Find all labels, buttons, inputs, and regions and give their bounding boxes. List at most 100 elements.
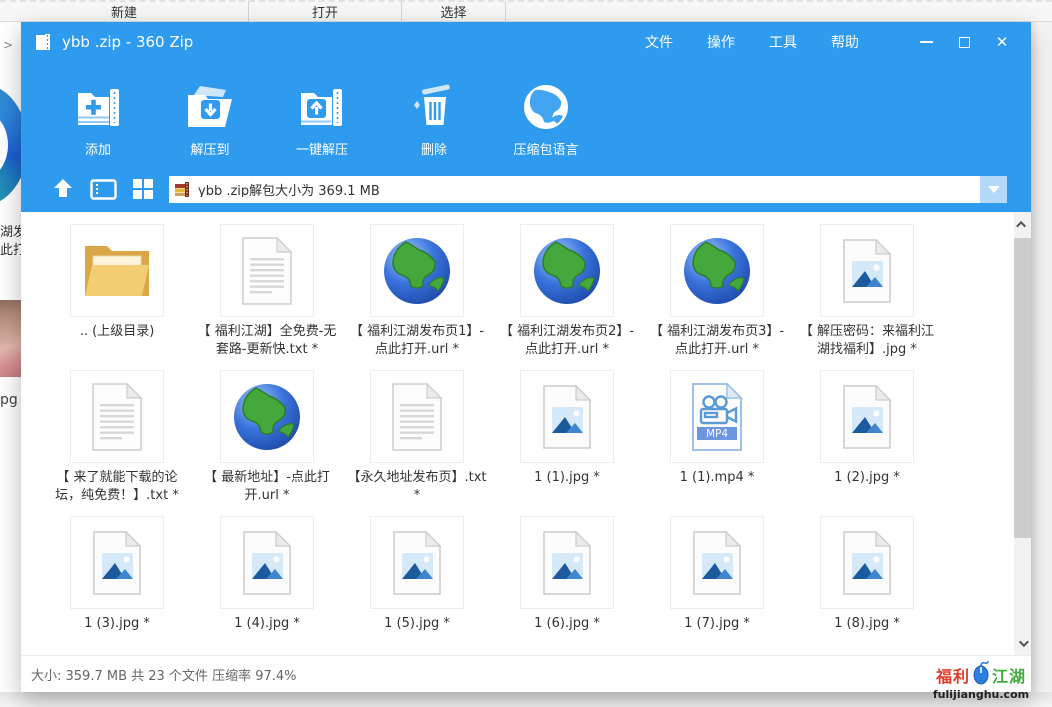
file-icon-txt [70, 370, 164, 463]
file-item[interactable]: 1 (2).jpg * [792, 370, 942, 516]
desktop: 新建打开选择 > 湖发 此打 pg ybb .zip - 360 Zip 文件 操… [0, 0, 1052, 707]
chevron-down-icon [988, 186, 1000, 193]
watermark-domain: fulijianghu.com [922, 688, 1040, 701]
menu-file[interactable]: 文件 [645, 32, 673, 52]
file-item[interactable]: 【 最新地址】-点此打开.url * [192, 370, 342, 516]
file-name: 1 (3).jpg * [84, 615, 150, 633]
file-item[interactable]: 【永久地址发布页】.txt * [342, 370, 492, 516]
toolbar-delete-button[interactable]: 删除 [385, 82, 483, 158]
file-icon-txt [220, 224, 314, 317]
toolbar-extract-to-button[interactable]: 解压到 [161, 82, 259, 158]
file-name: 1 (6).jpg * [534, 615, 600, 633]
tab-separator [505, 1, 506, 22]
file-item[interactable]: 1 (1).jpg * [492, 370, 642, 516]
breadcrumb-chevron-icon: > [3, 38, 13, 52]
file-item[interactable]: .. (上级目录) [42, 224, 192, 370]
background-filename-fragment: pg [0, 392, 21, 408]
file-name: 【 最新地址】-点此打开.url * [195, 469, 339, 505]
watermark: 福利 江湖 fulijianghu.com [922, 661, 1040, 701]
file-item[interactable]: 【 福利江湖发布页2】- 点此打开.url * [492, 224, 642, 370]
file-item[interactable]: 1 (4).jpg * [192, 516, 342, 655]
file-name: 1 (2).jpg * [834, 469, 900, 487]
addressbar [21, 172, 1031, 212]
extract-to-icon [184, 82, 236, 132]
file-item[interactable]: 【 福利江湖】全免费-无套路-更新快.txt * [192, 224, 342, 370]
scroll-down-button[interactable] [1014, 631, 1031, 655]
background-tab-select[interactable]: 选择 [402, 2, 505, 21]
menu-tools[interactable]: 工具 [769, 32, 797, 52]
file-icon-jpg [520, 370, 614, 463]
file-list-area: .. (上级目录) 【 福利江湖】全免费-无套路-更新快.txt * 【 福利江… [21, 212, 1031, 655]
status-text: 大小: 359.7 MB 共 23 个文件 压缩率 97.4% [31, 665, 297, 684]
file-icon-mp4: MP4 [670, 370, 764, 463]
details-view-button[interactable] [90, 179, 117, 200]
file-name: .. (上级目录) [80, 323, 155, 341]
file-icon-jpg [370, 516, 464, 609]
file-icon-url [220, 370, 314, 463]
file-name: 1 (5).jpg * [384, 615, 450, 633]
archive-language-icon [521, 82, 571, 132]
scrollbar[interactable] [1014, 212, 1031, 655]
toolbar-archive-language-button[interactable]: 压缩包语言 [497, 82, 595, 158]
file-item[interactable]: 【 福利江湖发布页1】- 点此打开.url * [342, 224, 492, 370]
background-tab-open[interactable]: 打开 [249, 2, 401, 21]
one-click-extract-icon [297, 82, 347, 132]
watermark-text-right: 江湖 [992, 663, 1026, 687]
toolbar-button-label: 删除 [421, 139, 447, 158]
file-item[interactable]: MP4 1 (1).mp4 * [642, 370, 792, 516]
file-icon-jpg [520, 516, 614, 609]
file-name: 1 (1).mp4 * [680, 469, 755, 487]
mouse-icon [972, 661, 990, 689]
address-input[interactable] [198, 182, 974, 197]
file-name: 1 (8).jpg * [834, 615, 900, 633]
toolbar-add-button[interactable]: 添加 [49, 82, 147, 158]
svg-text:MP4: MP4 [706, 428, 728, 440]
file-name: 【永久地址发布页】.txt * [345, 469, 489, 505]
file-item[interactable]: 【 来了就能下载的论坛，纯免费！】.txt * [42, 370, 192, 516]
scroll-up-button[interactable] [1014, 212, 1031, 236]
toolbar-button-label: 压缩包语言 [513, 139, 578, 158]
file-icon-jpg [820, 224, 914, 317]
file-name: 【 来了就能下载的论坛，纯免费！】.txt * [45, 469, 189, 505]
background-bottom-edge [0, 692, 1052, 707]
background-logo-fragment [0, 84, 21, 206]
minimize-button[interactable] [911, 29, 941, 55]
file-name: 1 (4).jpg * [234, 615, 300, 633]
toolbar-button-label: 添加 [85, 139, 111, 158]
file-item[interactable]: 1 (8).jpg * [792, 516, 942, 655]
window-title: ybb .zip - 360 Zip [62, 33, 193, 51]
address-dropdown-button[interactable] [980, 176, 1007, 203]
background-window-tabstrip: 新建打开选择 [0, 0, 1052, 22]
file-icon-jpg [220, 516, 314, 609]
close-button[interactable]: ✕ [987, 29, 1017, 55]
statusbar: 大小: 359.7 MB 共 23 个文件 压缩率 97.4% [21, 655, 1031, 692]
file-item[interactable]: 1 (7).jpg * [642, 516, 792, 655]
titlebar: ybb .zip - 360 Zip 文件 操作 工具 帮助 ✕ [21, 22, 1031, 62]
scrollbar-thumb[interactable] [1014, 238, 1031, 538]
delete-icon [410, 82, 458, 132]
up-directory-button[interactable] [51, 177, 75, 201]
menu-help[interactable]: 帮助 [831, 32, 859, 52]
file-item[interactable]: 1 (6).jpg * [492, 516, 642, 655]
thumbnail-view-button[interactable] [132, 178, 154, 200]
menubar: 文件 操作 工具 帮助 [645, 32, 859, 52]
file-item[interactable]: 【 解压密码：来福利江湖找福利】.jpg * [792, 224, 942, 370]
menu-operation[interactable]: 操作 [707, 32, 735, 52]
window-controls: ✕ [911, 29, 1017, 55]
toolbar-one-click-extract-button[interactable]: 一键解压 [273, 82, 371, 158]
file-name: 【 福利江湖发布页2】- 点此打开.url * [495, 323, 639, 359]
toolbar-button-label: 解压到 [190, 139, 229, 158]
file-name: 【 福利江湖】全免费-无套路-更新快.txt * [195, 323, 339, 359]
maximize-button[interactable] [949, 29, 979, 55]
file-item[interactable]: 【 福利江湖发布页3】- 点此打开.url * [642, 224, 792, 370]
file-name: 【 解压密码：来福利江湖找福利】.jpg * [795, 323, 939, 359]
file-item[interactable]: 1 (3).jpg * [42, 516, 192, 655]
file-icon-jpg [820, 370, 914, 463]
file-icon-folder [70, 224, 164, 317]
file-name: 【 福利江湖发布页3】- 点此打开.url * [645, 323, 789, 359]
background-window-left-edge: > 湖发 此打 pg [0, 22, 21, 692]
address-field [169, 176, 980, 203]
file-item[interactable]: 1 (5).jpg * [342, 516, 492, 655]
file-icon-url [520, 224, 614, 317]
background-tab-new[interactable]: 新建 [0, 2, 248, 21]
